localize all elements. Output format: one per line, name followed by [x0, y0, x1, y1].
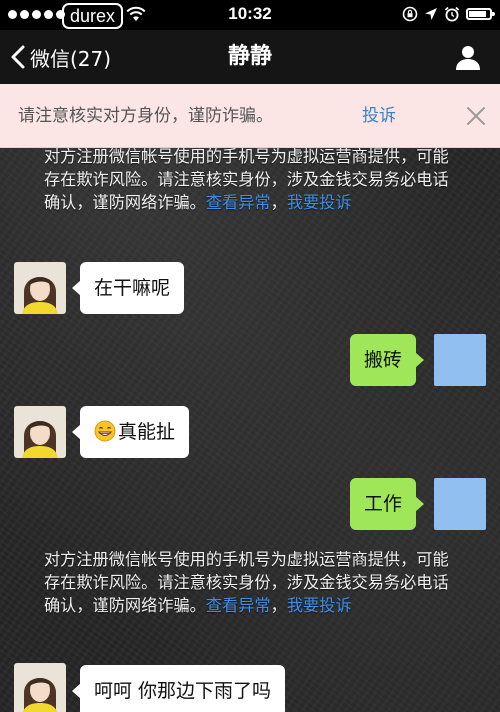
notice-separator: ，	[270, 193, 287, 212]
system-notice: 对方注册微信帐号使用的手机号为虚拟运营商提供，可能存在欺诈风险。请注意核实身份，…	[44, 548, 464, 617]
location-arrow-icon	[425, 8, 437, 20]
message-text: 呵呵 你那边下雨了吗	[94, 680, 272, 702]
orientation-lock-icon	[402, 6, 418, 22]
status-bar: durex 10:32	[0, 0, 500, 30]
battery-level	[469, 11, 486, 17]
status-icons	[402, 6, 495, 22]
message-bubble-outgoing[interactable]: 搬砖	[350, 334, 425, 386]
person-icon[interactable]	[454, 43, 482, 71]
message-bubble-incoming[interactable]: 在干嘛呢	[71, 262, 185, 314]
report-complaint-link[interactable]: 我要投诉	[287, 193, 352, 212]
message-text: 搬砖	[364, 349, 403, 371]
message-text: 工作	[364, 493, 403, 515]
self-avatar[interactable]	[434, 478, 486, 530]
warning-text: 请注意核实对方身份，谨防诈骗。	[18, 106, 273, 126]
warning-banner: 请注意核实对方身份，谨防诈骗。 投诉	[0, 84, 500, 148]
view-anomaly-link[interactable]: 查看异常	[206, 596, 271, 615]
contact-photo	[14, 262, 66, 314]
chevron-left-icon	[11, 45, 25, 69]
alarm-icon	[444, 6, 460, 22]
avatar[interactable]	[14, 262, 66, 314]
contact-photo	[14, 663, 66, 712]
message-bubble-incoming[interactable]: 真能扯	[71, 406, 190, 458]
message-bubble-incoming[interactable]: 呵呵 你那边下雨了吗	[71, 665, 286, 712]
back-label: 微信(27)	[30, 46, 112, 71]
grinning-face-icon	[94, 420, 116, 441]
nav-bar: 微信(27) 静静	[0, 30, 500, 84]
back-button[interactable]: 微信(27)	[10, 30, 111, 84]
self-avatar[interactable]	[434, 334, 486, 386]
report-link[interactable]: 投诉	[362, 84, 396, 148]
report-complaint-link[interactable]: 我要投诉	[287, 596, 352, 615]
view-anomaly-link[interactable]: 查看异常	[206, 193, 271, 212]
notice-separator: ，	[270, 596, 287, 615]
message-text: 真能扯	[118, 421, 176, 443]
avatar[interactable]	[14, 663, 66, 712]
message-text: 在干嘛呢	[94, 277, 171, 299]
contact-photo	[14, 406, 66, 458]
close-icon[interactable]	[466, 106, 486, 126]
battery-icon	[466, 8, 495, 20]
system-notice: 对方注册微信帐号使用的手机号为虚拟运营商提供，可能存在欺诈风险。请注意核实身份，…	[44, 145, 464, 214]
avatar[interactable]	[14, 406, 66, 458]
message-bubble-outgoing[interactable]: 工作	[350, 478, 425, 530]
